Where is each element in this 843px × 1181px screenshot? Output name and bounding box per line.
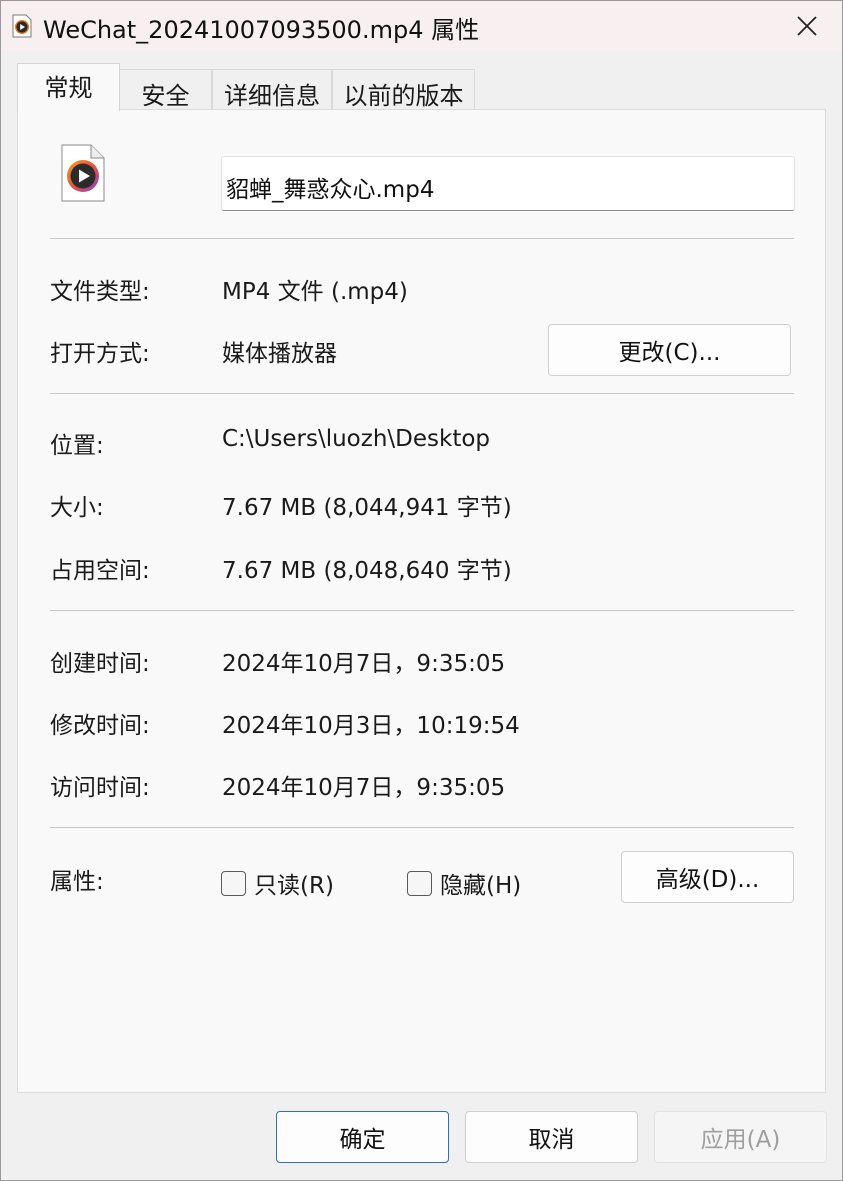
window-title: WeChat_20241007093500.mp4 属性: [43, 16, 480, 44]
modified-value: 2024年10月3日，10:19:54: [222, 713, 520, 739]
divider: [50, 610, 794, 611]
ok-button[interactable]: 确定: [276, 1111, 449, 1163]
divider: [50, 238, 794, 239]
file-type-icon: [61, 144, 105, 202]
open-with-value: 媒体播放器: [222, 341, 337, 367]
location-value: C:\Users\luozh\Desktop: [222, 426, 491, 452]
readonly-checkbox-box[interactable]: [221, 870, 246, 896]
divider: [50, 393, 794, 394]
open-with-label: 打开方式:: [50, 341, 150, 367]
file-name-field[interactable]: [221, 156, 795, 211]
size-on-disk-value: 7.67 MB (8,048,640 字节): [222, 558, 512, 584]
apply-button[interactable]: 应用(A): [654, 1111, 827, 1163]
attributes-label: 属性:: [50, 869, 104, 895]
tab-details[interactable]: 详细信息: [212, 69, 332, 111]
tab-general[interactable]: 常规: [17, 63, 120, 111]
size-label: 大小:: [50, 495, 104, 521]
created-label: 创建时间:: [50, 651, 150, 677]
hidden-checkbox[interactable]: 隐藏(H): [407, 866, 521, 900]
file-type-value: MP4 文件 (.mp4): [222, 279, 408, 305]
close-icon: [796, 16, 817, 36]
tab-security[interactable]: 安全: [119, 69, 212, 111]
readonly-checkbox[interactable]: 只读(R): [221, 866, 334, 900]
title-bar: WeChat_20241007093500.mp4 属性: [1, 1, 842, 51]
readonly-label: 只读(R): [254, 873, 334, 899]
properties-dialog: WeChat_20241007093500.mp4 属性 常规 安全 详细信息 …: [0, 0, 843, 1181]
cancel-button[interactable]: 取消: [465, 1111, 638, 1163]
advanced-button[interactable]: 高级(D)...: [621, 851, 794, 903]
close-button[interactable]: [771, 1, 842, 51]
change-button[interactable]: 更改(C)...: [548, 324, 791, 376]
media-player-icon: [11, 14, 33, 38]
accessed-label: 访问时间:: [50, 775, 150, 801]
modified-label: 修改时间:: [50, 713, 150, 739]
accessed-value: 2024年10月7日，9:35:05: [222, 775, 506, 801]
tab-previous-versions[interactable]: 以前的版本: [332, 69, 475, 111]
hidden-checkbox-box[interactable]: [407, 870, 432, 896]
file-type-label: 文件类型:: [50, 279, 150, 305]
location-label: 位置:: [50, 433, 104, 459]
hidden-label: 隐藏(H): [440, 873, 522, 899]
size-value: 7.67 MB (8,044,941 字节): [222, 495, 512, 521]
general-panel: 文件类型: MP4 文件 (.mp4) 打开方式: 媒体播放器 更改(C)...…: [17, 109, 826, 1093]
created-value: 2024年10月7日，9:35:05: [222, 651, 506, 677]
size-on-disk-label: 占用空间:: [50, 558, 150, 584]
divider: [50, 827, 794, 828]
